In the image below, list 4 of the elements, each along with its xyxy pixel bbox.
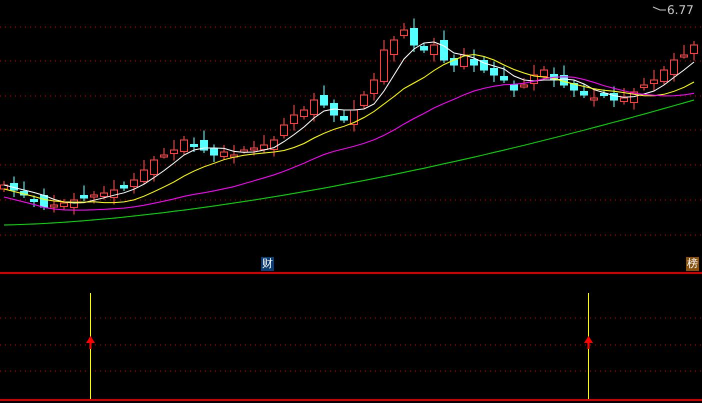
chart-badge[interactable]: 榜 — [686, 257, 699, 271]
high-price-label: 6.77 — [667, 3, 694, 17]
chart-badge[interactable]: 财 — [261, 257, 274, 271]
leader-line — [652, 6, 666, 10]
